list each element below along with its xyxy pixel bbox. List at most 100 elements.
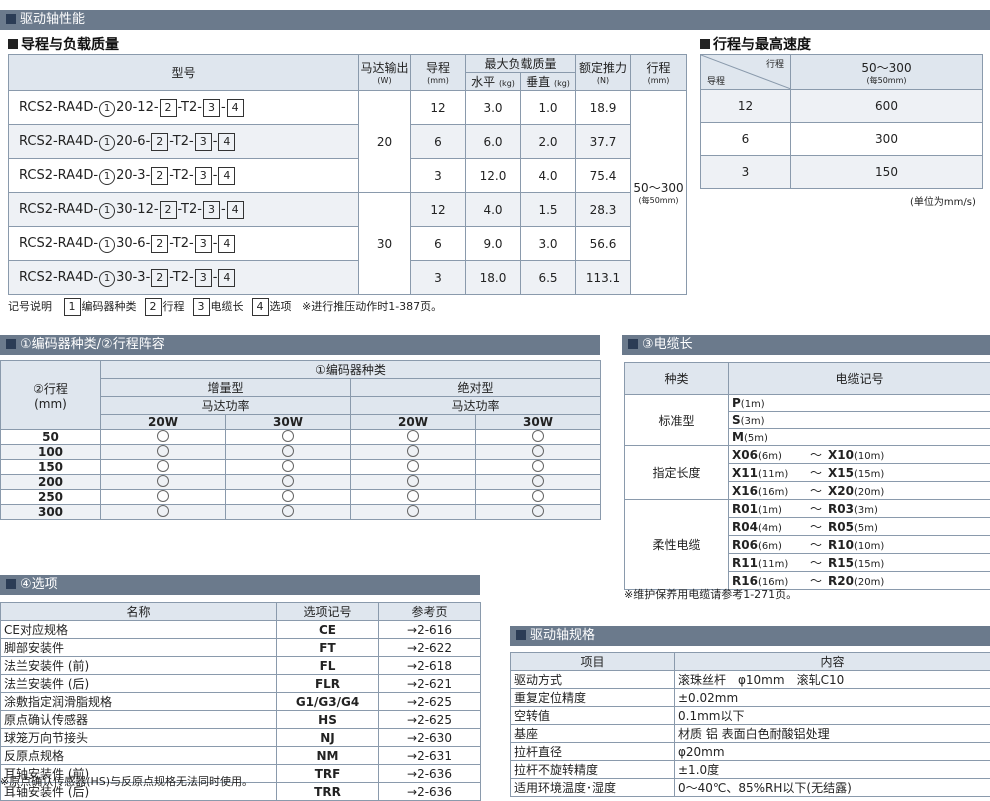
lead-cell: 12 — [701, 90, 791, 123]
option-page-cell: →2-625 — [379, 693, 481, 711]
thrust-cell: 113.1 — [576, 261, 631, 295]
thrust-cell: 56.6 — [576, 227, 631, 261]
square-bullet-icon — [6, 14, 16, 24]
spec-item-cell: 空转值 — [511, 707, 675, 725]
thrust-cell: 28.3 — [576, 193, 631, 227]
options-table: 名称选项记号参考页 CE对应规格CE→2-616脚部安装件FT→2-622法兰安… — [0, 602, 481, 801]
header-horizontal: 水平 (kg) — [466, 73, 521, 91]
lead-cell: 12 — [411, 193, 466, 227]
cable-code-cell: R01(1m)～R03(3m) — [729, 500, 990, 518]
section-bar-drive-performance: 驱动轴性能 — [0, 10, 990, 30]
option-code-cell: HS — [277, 711, 379, 729]
thrust-cell: 37.7 — [576, 125, 631, 159]
table-row: RCS2-RA4D-120-3-2-T2-3-4312.04.075.4 — [9, 159, 687, 193]
w20-header: 20W — [101, 415, 226, 430]
vertical-cell: 1.0 — [521, 91, 576, 125]
circle-mark-icon — [282, 430, 294, 442]
spec-content-cell: 0.1mm以下 — [675, 707, 990, 725]
availability-cell — [101, 430, 226, 445]
table-row: 空转值0.1mm以下 — [511, 707, 990, 725]
table-row: 脚部安装件FT→2-622 — [1, 639, 481, 657]
lead-cell: 3 — [701, 156, 791, 189]
circle-mark-icon — [157, 430, 169, 442]
circle-mark-icon — [157, 490, 169, 502]
dash: - — [154, 202, 159, 217]
motor-cell: 30 — [359, 193, 411, 295]
w30-header: 30W — [226, 415, 351, 430]
spec-content-cell: ±1.0度 — [675, 761, 990, 779]
stroke-cell: 200 — [1, 475, 101, 490]
model-cell: RCS2-RA4D-130-12-2-T2-3-4 — [9, 193, 359, 227]
dash: - — [213, 134, 218, 149]
lead-cell: 3 — [411, 261, 466, 295]
spec-content-cell: 0～40℃、85%RH以下(无结露) — [675, 779, 990, 797]
spec-content-cell: 滚珠丝杆 φ10mm 滚轧C10 — [675, 671, 990, 689]
speed-stroke-header: 50～300(每50mm) — [791, 55, 983, 90]
table-row: 100 — [1, 445, 601, 460]
table-row: 基座材质 铝 表面白色耐酸铝处理 — [511, 725, 990, 743]
motor-power-header: 马达功率 — [351, 397, 601, 415]
square-bullet-icon — [8, 39, 18, 49]
circle-mark-icon — [532, 490, 544, 502]
option-name-cell: 球笼万向节接头 — [1, 729, 277, 747]
lead-cell: 6 — [701, 123, 791, 156]
circle-mark-icon — [407, 460, 419, 472]
square-bullet-icon — [6, 579, 16, 589]
lead-cell: 6 — [411, 227, 466, 261]
model-cell: RCS2-RA4D-130-3-2-T2-3-4 — [9, 261, 359, 295]
speed-unit-note: (单位为mm/s) — [910, 193, 976, 208]
header-motor: 马达输出(W) — [359, 55, 411, 91]
square-bullet-icon — [700, 39, 710, 49]
circle-mark-icon — [407, 475, 419, 487]
availability-cell — [226, 430, 351, 445]
availability-cell — [101, 505, 226, 520]
spec-item-cell: 拉杆直径 — [511, 743, 675, 761]
option-name-cell: 原点确认传感器 — [1, 711, 277, 729]
square-bullet-icon — [6, 339, 16, 349]
availability-cell — [101, 460, 226, 475]
horizontal-cell: 12.0 — [466, 159, 521, 193]
circle-mark-icon — [157, 475, 169, 487]
horizontal-cell: 6.0 — [466, 125, 521, 159]
table-row: 拉杆直径φ20mm — [511, 743, 990, 761]
dash: - — [146, 168, 151, 183]
model-cell: RCS2-RA4D-130-6-2-T2-3-4 — [9, 227, 359, 261]
table-row: 拉杆不旋转精度±1.0度 — [511, 761, 990, 779]
table-row: 球笼万向节接头NJ→2-630 — [1, 729, 481, 747]
availability-cell — [351, 430, 476, 445]
dash: - — [213, 168, 218, 183]
circle-mark-icon — [532, 445, 544, 457]
spec-item-cell: 基座 — [511, 725, 675, 743]
w20-header: 20W — [351, 415, 476, 430]
table-row: 300 — [1, 505, 601, 520]
table-row: RCS2-RA4D-130-6-2-T2-3-469.03.056.6 — [9, 227, 687, 261]
spec-item-cell: 拉杆不旋转精度 — [511, 761, 675, 779]
lead-cell: 12 — [411, 91, 466, 125]
cable-kind-cell: 指定长度 — [625, 446, 729, 500]
cable-table: 种类电缆记号 标准型P(1m)S(3m)M(5m)指定长度X06(6m)～X10… — [624, 362, 990, 590]
speed-diagonal-header: 行程 导程 — [701, 55, 791, 90]
circle-mark-icon — [532, 505, 544, 517]
table-row: 标准型P(1m) — [625, 395, 990, 412]
availability-cell — [476, 430, 601, 445]
option-page-cell: →2-618 — [379, 657, 481, 675]
table-row: 原点确认传感器HS→2-625 — [1, 711, 481, 729]
speed-table: 行程 导程 50～300(每50mm) 1260063003150 — [700, 54, 983, 189]
availability-cell — [476, 490, 601, 505]
header-vertical: 垂直 (kg) — [521, 73, 576, 91]
options-note: ※原点确认传感器(HS)与反原点规格无法同时使用。 — [0, 773, 253, 789]
section-bar-encoder: ①编码器种类/②行程阵容 — [0, 335, 600, 355]
circle-mark-icon — [282, 490, 294, 502]
circle-mark-icon — [407, 430, 419, 442]
option-name-cell: 涂敷指定润滑脂规格 — [1, 693, 277, 711]
options-name-header: 名称 — [1, 603, 277, 621]
option-code-cell: TRF — [277, 765, 379, 783]
option-page-cell: →2-616 — [379, 621, 481, 639]
availability-cell — [476, 460, 601, 475]
dash: - — [146, 134, 151, 149]
motor-cell: 20 — [359, 91, 411, 193]
cable-note: ※维护保养用电缆请参考1-271页。 — [624, 586, 797, 602]
option-code-cell: TRR — [277, 783, 379, 801]
availability-cell — [476, 505, 601, 520]
option-page-cell: →2-636 — [379, 783, 481, 801]
